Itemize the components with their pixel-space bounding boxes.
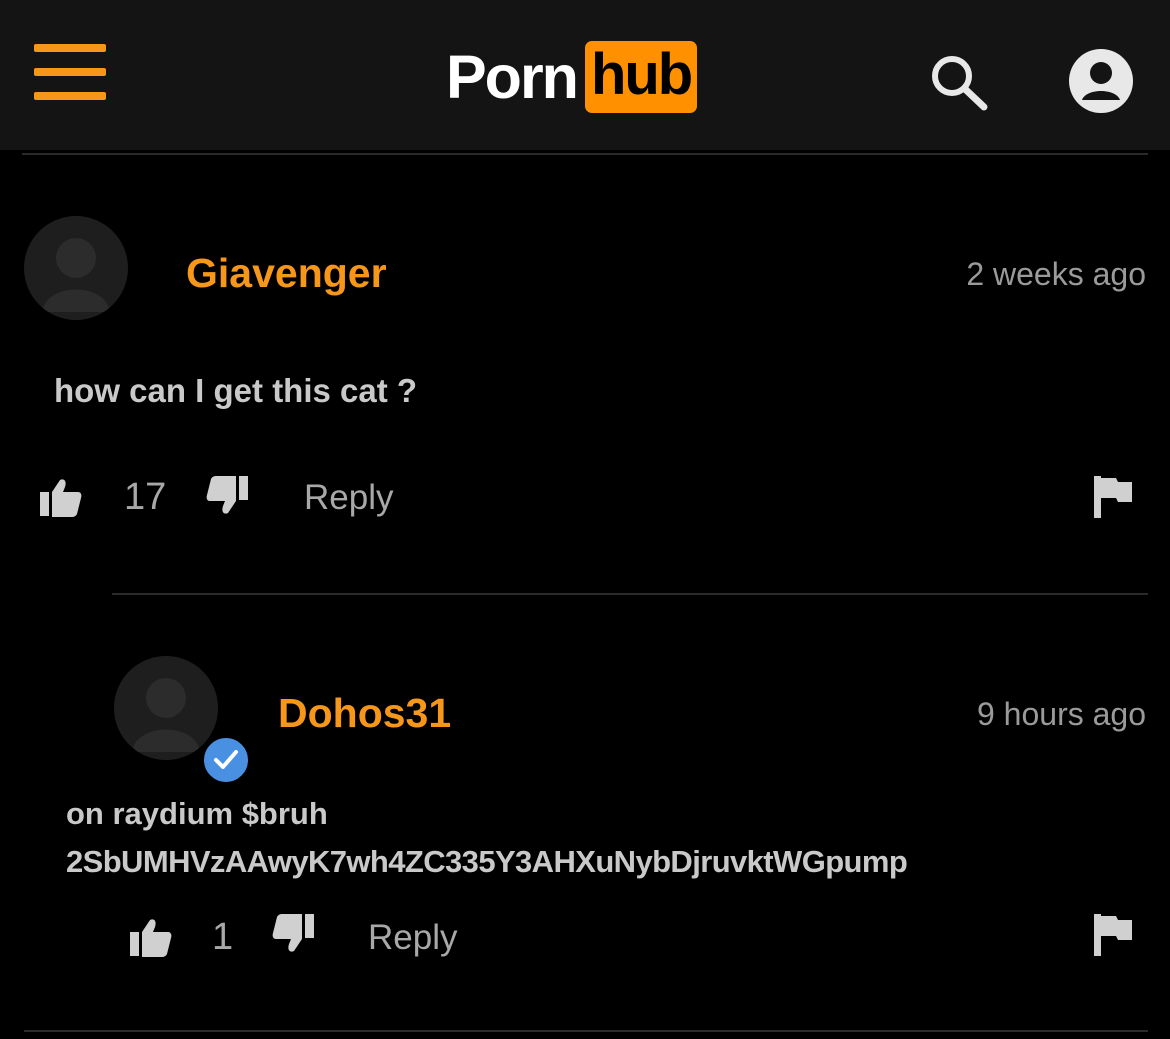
comment-text: 2SbUMHVzAAwyK7wh4ZC335Y3AHXuNybDjruvktWG…	[66, 844, 908, 879]
comment-text: how can I get this cat ?	[54, 372, 418, 409]
comment-divider	[24, 1030, 1148, 1032]
comment-timestamp: 2 weeks ago	[966, 256, 1146, 292]
thumbs-up-icon[interactable]	[40, 478, 82, 518]
report-flag-icon[interactable]	[1094, 476, 1134, 518]
reply-divider	[112, 593, 1148, 595]
comment-text: on raydium $bruh	[66, 796, 328, 831]
reply-button[interactable]: Reply	[304, 478, 393, 518]
comment-reply: Dohos31 9 hours ago on raydium $bruh 2Sb…	[0, 600, 1170, 1039]
thumbs-down-icon[interactable]	[206, 476, 248, 516]
thumbs-up-icon[interactable]	[130, 918, 172, 958]
user-avatar-icon[interactable]	[114, 656, 218, 760]
comment-timestamp: 9 hours ago	[976, 696, 1146, 732]
comment-username[interactable]: Dohos31	[278, 690, 451, 737]
verified-badge-icon	[200, 734, 252, 786]
like-count: 17	[124, 476, 167, 518]
comment: Giavenger 2 weeks ago how can I get this…	[0, 0, 1170, 600]
reply-button[interactable]: Reply	[368, 918, 457, 958]
comments-page: Porn hub Giavenger 2 weeks ago how can I…	[0, 0, 1170, 1039]
thumbs-down-icon[interactable]	[272, 914, 314, 954]
like-count: 1	[212, 916, 234, 958]
comment-username[interactable]: Giavenger	[186, 250, 387, 297]
report-flag-icon[interactable]	[1094, 914, 1134, 956]
user-avatar-icon[interactable]	[24, 216, 128, 320]
